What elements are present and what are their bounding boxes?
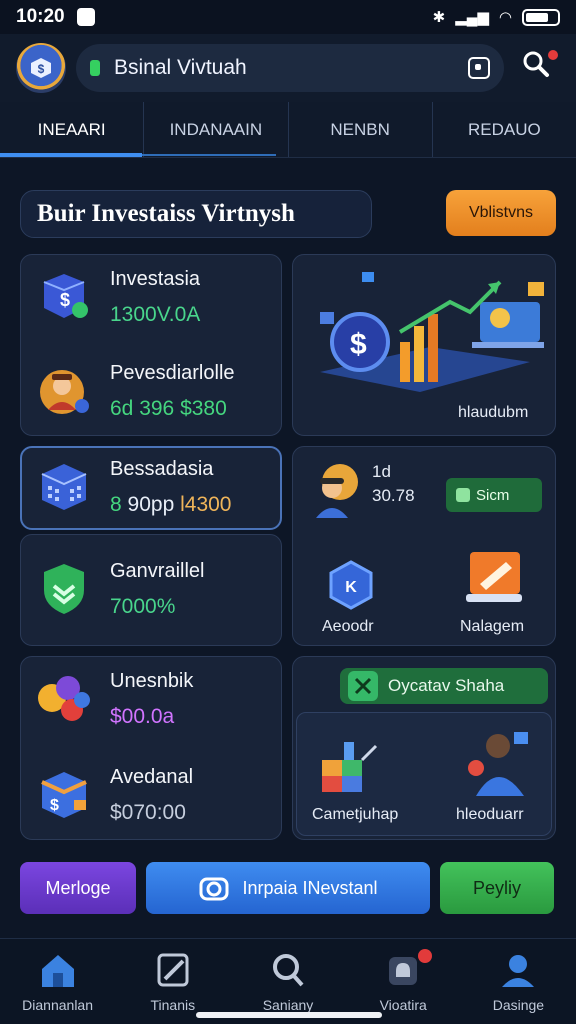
battery-icon xyxy=(522,8,560,26)
investasia-label: Investasia xyxy=(110,268,201,290)
nav-item-home[interactable]: Diannanlan xyxy=(0,939,115,1024)
stat-bottom: 30.78 xyxy=(372,486,415,505)
svg-text:$: $ xyxy=(350,328,367,361)
advisor-avatar-icon xyxy=(316,464,358,518)
nav-label-home: Diannanlan xyxy=(22,997,94,1013)
tools-icon xyxy=(348,671,378,701)
shield-check-icon xyxy=(44,564,84,614)
stat-top: 1d xyxy=(372,462,391,481)
status-badge[interactable]: Sicm xyxy=(446,478,542,512)
item-ganvraillel: Ganvraillel 7000% xyxy=(36,560,204,619)
svg-text:K: K xyxy=(345,579,357,596)
nav-label-tinanis: Tinanis xyxy=(150,997,196,1013)
home-icon xyxy=(41,955,74,987)
share-button[interactable]: Oycatav Shaha xyxy=(340,668,548,704)
tab-ineaari[interactable]: INEAARI xyxy=(0,102,145,157)
unesnbik-label: Unesnbik xyxy=(110,670,194,692)
invest-button[interactable]: Inrpaia INevstanl xyxy=(146,862,430,914)
pevesdiar-label: Pevesdiarlolle xyxy=(110,362,235,384)
coins-icon xyxy=(38,676,90,721)
status-time: 10:20 xyxy=(16,6,65,27)
edit-document-icon xyxy=(466,552,522,602)
ganvraillel-label: Ganvraillel xyxy=(110,560,205,582)
user-avatar-icon xyxy=(468,732,528,796)
status-bar: 10:20 ✱ ▂▄▆ ◠ xyxy=(0,0,576,34)
alert-dot xyxy=(548,50,558,60)
illustration-caption: hlaudubm xyxy=(458,404,529,421)
tab-nenbn[interactable]: NENBN xyxy=(289,102,433,157)
dollar-tag-icon: $ xyxy=(31,58,51,78)
search-icon xyxy=(273,954,304,987)
square-icon[interactable] xyxy=(468,57,490,79)
share-label: Oycatav Shaha xyxy=(388,676,505,695)
hexagon-badge-icon: K xyxy=(329,560,373,610)
item-investasia: $ Investasia 1300V.0A xyxy=(36,268,200,327)
signal-icon: ▂▄▆ xyxy=(455,9,489,26)
share-left-label: Cametjuhap xyxy=(312,806,399,823)
cta-button[interactable]: Vblistvns xyxy=(446,190,556,236)
investment-growth-illustration: $ xyxy=(320,272,544,392)
peyliy-button[interactable]: Peyliy xyxy=(440,862,554,914)
page-title: Buir Investaiss Virtnysh xyxy=(20,190,372,238)
avedanal-value: $070:00 xyxy=(110,801,186,824)
profile-icon xyxy=(502,955,535,987)
wifi-icon: ◠ xyxy=(498,9,512,26)
tab-bar: INEAARI INDANAAIN NENBN REDAUO xyxy=(0,102,576,158)
investasia-value: 1300V.0A xyxy=(110,303,201,326)
tab-redauo[interactable]: REDAUO xyxy=(433,102,576,157)
item-unesnbik: Unesnbik $00.0a xyxy=(36,670,193,729)
search-button[interactable] xyxy=(520,48,560,88)
item-bessadasia: Bessadasia 8 90pp l4300 xyxy=(36,458,231,517)
svg-text:$: $ xyxy=(60,290,70,310)
tab-indanaain[interactable]: INDANAAIN xyxy=(144,102,289,157)
badge-icon xyxy=(456,488,470,502)
pevesdiar-value: 6d 396 $380 xyxy=(110,397,227,420)
item-pevesdiar: Pevesdiarlolle 6d 396 $380 xyxy=(36,362,235,421)
search-bar[interactable]: Bsinal Vivtuah xyxy=(76,44,504,92)
share-right-label: hleoduarr xyxy=(456,806,524,823)
tab-indicator-secondary xyxy=(142,154,276,156)
dollar-cube-icon: $ xyxy=(43,274,88,318)
camera-icon xyxy=(199,877,229,901)
blocks-icon xyxy=(322,742,378,792)
status-icons: ✱ ▂▄▆ ◠ xyxy=(433,8,560,26)
package-box-icon: $ xyxy=(41,772,87,818)
building-cube-icon xyxy=(41,464,87,510)
avedanal-label: Avedanal xyxy=(110,766,194,788)
unesnbik-value: $00.0a xyxy=(110,705,175,728)
tab-indicator xyxy=(0,153,142,157)
svg-text:$: $ xyxy=(50,797,59,814)
svg-text:$: $ xyxy=(38,62,45,76)
merloge-button[interactable]: Merloge xyxy=(20,862,136,914)
nav-label-dasinge: Dasinge xyxy=(492,997,545,1013)
nav-label-vioatira: Vioatira xyxy=(379,997,427,1013)
notification-badge xyxy=(417,949,432,963)
home-indicator[interactable] xyxy=(196,1012,382,1018)
bluetooth-icon: ✱ xyxy=(432,9,446,26)
invest-button-label: Inrpaia INevstanl xyxy=(242,877,378,898)
item-avedanal: $ Avedanal $070:00 xyxy=(36,766,193,825)
item-right-label: Nalagem xyxy=(460,618,525,635)
edit-icon xyxy=(157,953,189,987)
investor-avatar-icon xyxy=(40,370,89,414)
bessadasia-value: 8 90pp l4300 xyxy=(110,493,232,516)
ganvraillel-value: 7000% xyxy=(110,595,176,618)
app-logo[interactable]: $ xyxy=(16,43,66,93)
nav-label-saniany: Saniany xyxy=(262,997,314,1013)
search-text: Bsinal Vivtuah xyxy=(114,56,247,79)
app-header: $ Bsinal Vivtuah xyxy=(0,34,576,102)
nav-item-dasinge[interactable]: Dasinge xyxy=(461,939,576,1024)
bessadasia-label: Bessadasia xyxy=(110,458,214,480)
status-dot-icon xyxy=(90,60,100,76)
notification-icon xyxy=(76,8,95,26)
item-left-label: Aeoodr xyxy=(322,618,374,635)
